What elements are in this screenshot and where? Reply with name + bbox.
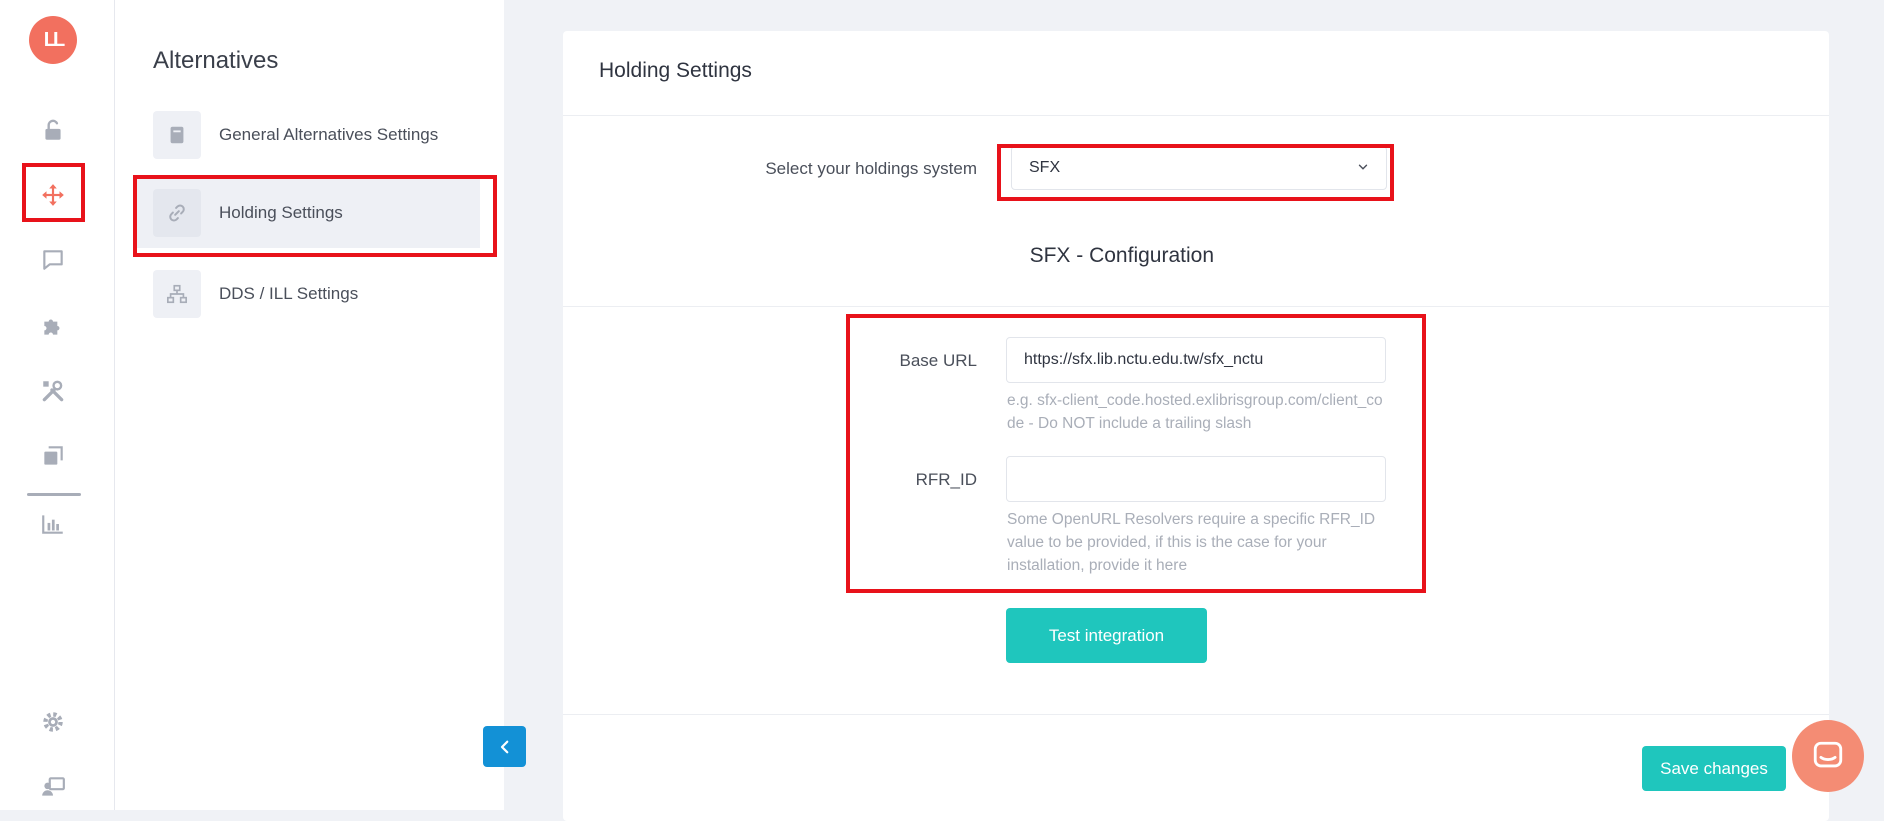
sidebar-item-label: DDS / ILL Settings (219, 284, 359, 303)
sidebar-item-general-alternatives[interactable]: General Alternatives Settings (135, 100, 480, 170)
sidebar-item-dds-ill[interactable]: DDS / ILL Settings (135, 259, 480, 329)
bar-chart-icon[interactable] (33, 504, 73, 544)
section-title: SFX - Configuration (1029, 244, 1214, 267)
save-changes-button[interactable]: Save changes (1642, 746, 1786, 791)
page-title: Holding Settings (599, 59, 752, 82)
chat-bubble-icon (1813, 741, 1843, 768)
user-screen-icon[interactable] (33, 767, 73, 807)
sidebar-item-holding-settings[interactable]: Holding Settings (135, 178, 480, 248)
book-icon (153, 111, 201, 159)
holdings-system-select[interactable]: SFX (1011, 146, 1387, 190)
tools-icon[interactable] (33, 371, 73, 411)
sidebar-item-label: General Alternatives Settings (219, 125, 439, 144)
base-url-help: e.g. sfx-client_code.hosted.exlibrisgrou… (1007, 392, 1383, 432)
chat-launcher-button[interactable] (1792, 720, 1864, 792)
base-url-label: Base URL (899, 351, 977, 370)
logo-text: LL (43, 28, 66, 51)
rfr-id-input[interactable] (1006, 456, 1386, 502)
holding-settings-card: Holding Settings Select your holdings sy… (563, 31, 1829, 821)
holdings-system-label: Select your holdings system (765, 159, 977, 178)
app-logo[interactable]: LL (29, 16, 77, 64)
gear-icon[interactable] (33, 702, 73, 742)
holdings-system-value: SFX (1029, 159, 1061, 176)
test-integration-button[interactable]: Test integration (1006, 608, 1207, 663)
divider (563, 306, 1829, 307)
collapse-sidebar-button[interactable] (483, 726, 526, 767)
sidebar-title: Alternatives (153, 47, 279, 74)
move-arrows-icon[interactable] (33, 175, 73, 215)
chevron-left-icon (500, 740, 508, 753)
base-url-input[interactable] (1006, 337, 1386, 383)
divider (563, 115, 1829, 116)
puzzle-icon[interactable] (33, 306, 73, 346)
chevron-down-icon (1358, 164, 1368, 170)
divider (563, 714, 1829, 715)
sitemap-icon (153, 270, 201, 318)
icon-rail: LL (0, 0, 115, 810)
copy-icon[interactable] (33, 436, 73, 476)
secondary-sidebar: Alternatives General Alternatives Settin… (115, 0, 504, 810)
unlock-icon[interactable] (33, 110, 73, 150)
rfr-id-label: RFR_ID (915, 470, 977, 489)
chat-icon[interactable] (33, 240, 73, 280)
sidebar-item-label: Holding Settings (219, 203, 343, 222)
link-icon (153, 189, 201, 237)
rail-divider (27, 493, 81, 496)
rfr-id-help: Some OpenURL Resolvers require a specifi… (1007, 511, 1376, 574)
